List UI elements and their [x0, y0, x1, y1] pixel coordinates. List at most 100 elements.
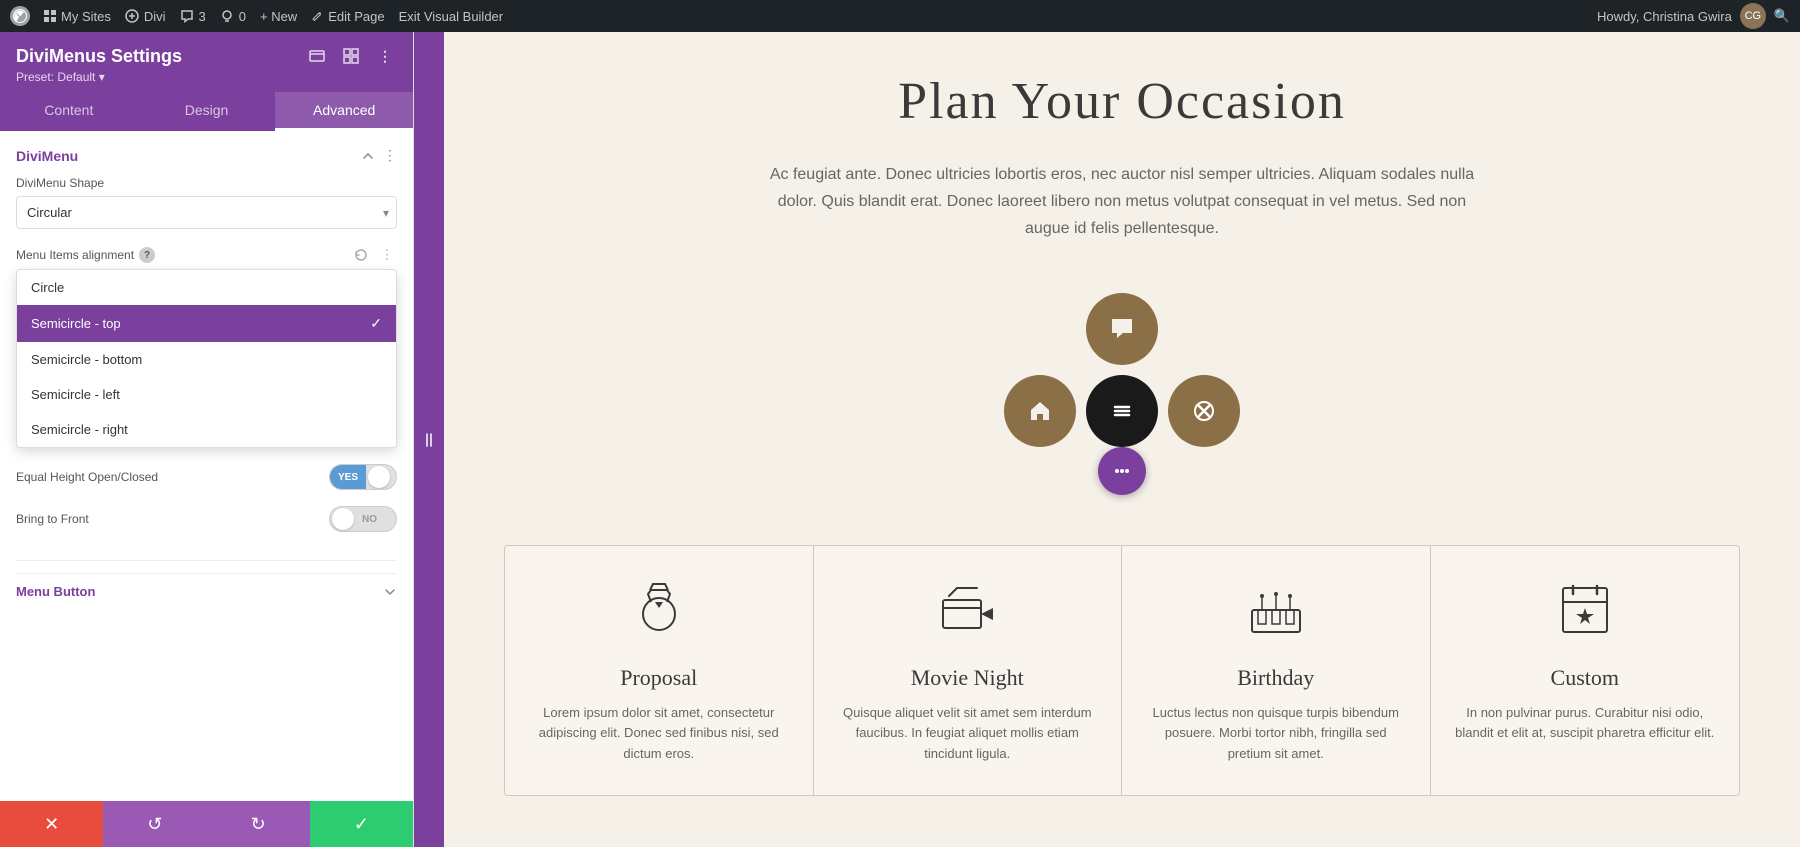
card-custom: Custom In non pulvinar purus. Curabitur …: [1431, 546, 1740, 795]
wordpress-icon[interactable]: [10, 6, 30, 26]
menu-circle-tools[interactable]: [1168, 375, 1240, 447]
card-title-movie: Movie Night: [834, 665, 1102, 691]
card-text-birthday: Luctus lectus non quisque turpis bibendu…: [1142, 703, 1410, 765]
card-icon-custom: [1451, 576, 1720, 649]
menu-circle-chat[interactable]: [1086, 293, 1158, 365]
menu-top-row: [1086, 293, 1158, 365]
chevron-down-icon: [383, 585, 397, 599]
section-collapse-icon[interactable]: [361, 147, 375, 164]
equal-height-field: Equal Height Open/Closed YES: [16, 464, 397, 490]
equal-height-toggle[interactable]: YES: [329, 464, 397, 490]
bring-to-front-field: Bring to Front NO: [16, 506, 397, 532]
user-avatar[interactable]: CG: [1740, 3, 1766, 29]
option-semicircle-top[interactable]: Semicircle - top ✓: [17, 305, 396, 342]
shape-select-wrap: Circular Square ▾: [16, 196, 397, 229]
option-semicircle-left[interactable]: Semicircle - left: [17, 377, 396, 412]
panel-header: DiviMenus Settings ⋮ Preset: Default ▾: [0, 32, 413, 92]
user-greeting: Howdy, Christina Gwira: [1597, 9, 1732, 24]
save-button[interactable]: ✓: [310, 801, 413, 847]
bring-to-front-toggle[interactable]: NO: [329, 506, 397, 532]
settings-panel: DiviMenus Settings ⋮ Preset: Default ▾ C…: [0, 32, 414, 847]
comment-count[interactable]: 0: [220, 9, 246, 24]
wp-bar-right: Howdy, Christina Gwira CG 🔍: [1597, 3, 1790, 29]
panel-tabs: Content Design Advanced: [0, 92, 413, 131]
exit-builder-button[interactable]: Exit Visual Builder: [399, 9, 504, 24]
section-title: DiviMenu: [16, 148, 78, 164]
option-semicircle-right[interactable]: Semicircle - right: [17, 412, 396, 447]
panel-preset[interactable]: Preset: Default ▾: [16, 70, 397, 84]
toggle-yes-label: YES: [330, 465, 366, 489]
menu-circle-menu[interactable]: [1086, 375, 1158, 447]
divimenu-section: DiviMenu ⋮ DiviMenu Shape: [16, 147, 397, 561]
search-icon[interactable]: 🔍: [1774, 8, 1790, 24]
wp-admin-bar: My Sites Divi 3 0 + New Edit Page Exit V…: [0, 0, 1800, 32]
card-proposal: Proposal Lorem ipsum dolor sit amet, con…: [505, 546, 814, 795]
toggle-no-thumb: [332, 508, 354, 530]
help-icon[interactable]: ?: [139, 247, 155, 263]
edit-page-button[interactable]: Edit Page: [311, 9, 384, 24]
bring-to-front-label: Bring to Front: [16, 512, 321, 526]
option-semicircle-bottom[interactable]: Semicircle - bottom: [17, 342, 396, 377]
panel-title-text: DiviMenus Settings: [16, 46, 182, 67]
option-circle[interactable]: Circle: [17, 270, 396, 305]
reset-icon[interactable]: [351, 245, 371, 265]
shape-field: DiviMenu Shape Circular Square ▾: [16, 176, 397, 229]
card-icon-birthday: [1142, 576, 1410, 649]
section-header: DiviMenu ⋮: [16, 147, 397, 164]
undo-button[interactable]: ↺: [103, 801, 206, 847]
comments-menu[interactable]: 3: [180, 9, 206, 24]
shape-label: DiviMenu Shape: [16, 176, 397, 190]
section-more-icon[interactable]: ⋮: [383, 147, 397, 164]
more-icon[interactable]: ⋮: [377, 245, 397, 265]
page-heading: Plan Your Occasion: [504, 72, 1740, 131]
field-icons: ⋮: [351, 245, 397, 265]
tab-content[interactable]: Content: [0, 92, 138, 131]
toggle-no-label: NO: [356, 507, 383, 531]
menu-area: [504, 293, 1740, 515]
bring-to-front-row: Bring to Front NO: [16, 506, 397, 532]
cards-row: Proposal Lorem ipsum dolor sit amet, con…: [504, 545, 1740, 796]
cancel-button[interactable]: ✕: [0, 801, 103, 847]
card-title-custom: Custom: [1451, 665, 1720, 691]
panel-title-icons: ⋮: [305, 44, 397, 68]
wp-bar-left: My Sites Divi 3 0 + New Edit Page Exit V…: [10, 6, 1583, 26]
panel-icon-more[interactable]: ⋮: [373, 44, 397, 68]
menu-circle-home[interactable]: [1004, 375, 1076, 447]
redo-button[interactable]: ↻: [207, 801, 310, 847]
card-text-movie: Quisque aliquet velit sit amet sem inter…: [834, 703, 1102, 765]
page-content: Plan Your Occasion Ac feugiat ante. Done…: [444, 32, 1800, 847]
new-post-button[interactable]: + New: [260, 9, 297, 24]
section-title-text: DiviMenu: [16, 148, 78, 164]
menu-items-label: Menu Items alignment ?: [16, 247, 351, 263]
card-text-custom: In non pulvinar purus. Curabitur nisi od…: [1451, 703, 1720, 745]
card-birthday: Birthday Luctus lectus non quisque turpi…: [1122, 546, 1431, 795]
card-icon-movie: [834, 576, 1102, 649]
card-icon-proposal: [525, 576, 793, 649]
mysites-menu[interactable]: My Sites: [44, 9, 111, 24]
bottom-action-bar: ✕ ↺ ↻ ✓: [0, 801, 413, 847]
floating-dots-button[interactable]: [1098, 447, 1146, 495]
panel-title-row: DiviMenus Settings ⋮: [16, 44, 397, 68]
tab-design[interactable]: Design: [138, 92, 276, 131]
menu-alignment-field: Menu Items alignment ? ⋮: [16, 245, 397, 448]
resize-handle[interactable]: [414, 32, 444, 847]
menu-items-row: Menu Items alignment ? ⋮: [16, 245, 397, 265]
divi-menu[interactable]: Divi: [125, 9, 166, 24]
page-subtitle: Ac feugiat ante. Donec ultricies loborti…: [762, 161, 1482, 243]
equal-height-row: Equal Height Open/Closed YES: [16, 464, 397, 490]
card-title-birthday: Birthday: [1142, 665, 1410, 691]
main-layout: DiviMenus Settings ⋮ Preset: Default ▾ C…: [0, 32, 1800, 847]
panel-icon-grid[interactable]: [339, 44, 363, 68]
section-icons: ⋮: [361, 147, 397, 164]
check-icon: ✓: [370, 315, 382, 332]
card-text-proposal: Lorem ipsum dolor sit amet, consectetur …: [525, 703, 793, 765]
card-title-proposal: Proposal: [525, 665, 793, 691]
shape-select[interactable]: Circular Square: [16, 196, 397, 229]
menu-bottom-row: [1004, 375, 1240, 447]
panel-icon-window[interactable]: [305, 44, 329, 68]
equal-height-label: Equal Height Open/Closed: [16, 470, 321, 484]
tab-advanced[interactable]: Advanced: [275, 92, 413, 131]
card-movie: Movie Night Quisque aliquet velit sit am…: [814, 546, 1123, 795]
menu-button-title: Menu Button: [16, 584, 95, 599]
menu-button-section[interactable]: Menu Button: [16, 573, 397, 609]
